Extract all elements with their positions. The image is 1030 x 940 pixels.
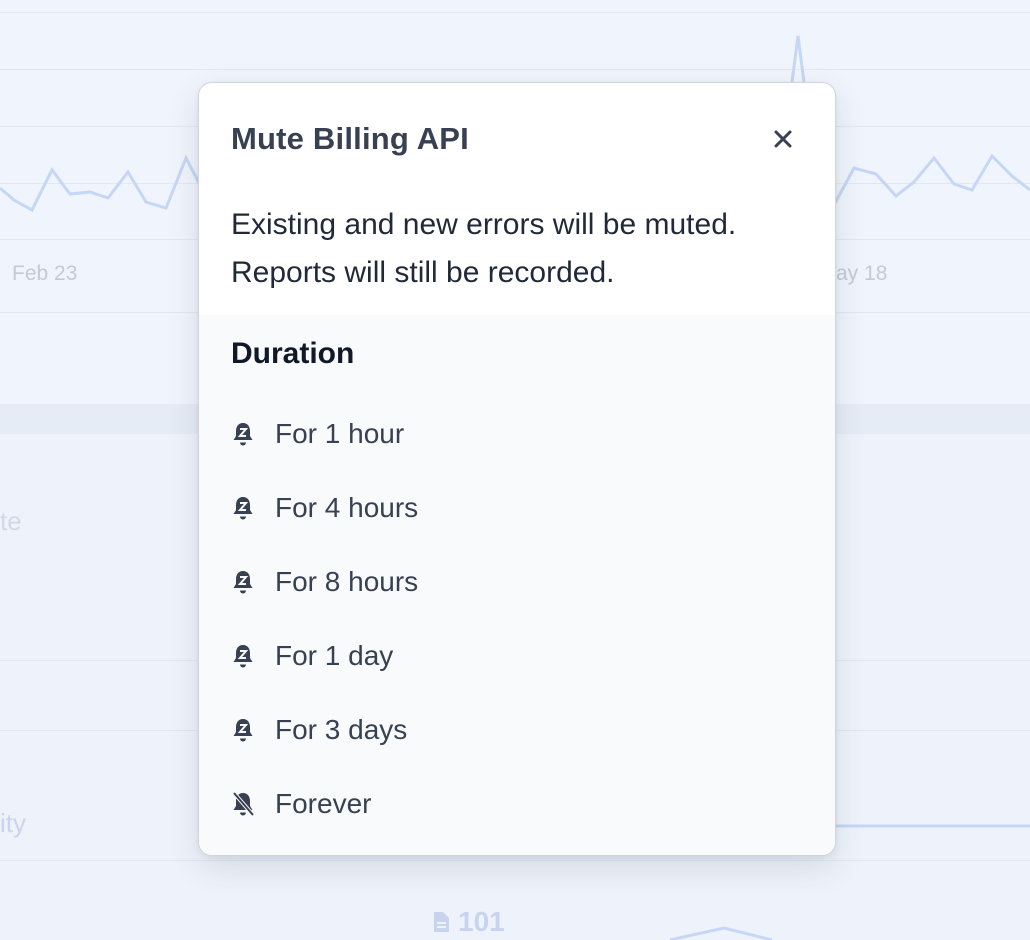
mute-dialog: Mute Billing API Existing and new errors… [198,82,836,856]
duration-options: For 1 hour For 4 hours For 8 hours For 1… [231,397,803,841]
sparkline-spike [790,35,806,83]
description-line: Reports will still be recorded. [231,256,615,289]
counter-value: 101 [458,906,505,937]
option-label: For 3 days [275,714,408,745]
section-heading: Duration [231,337,355,370]
dialog-title: Mute Billing API [231,121,469,156]
bell-slash-icon [231,790,255,818]
report-counter: 101 [432,906,505,938]
option-1-hour[interactable]: For 1 hour [231,397,803,471]
bell-snooze-icon [231,494,255,522]
duration-section: Duration For 1 hour For 4 hours For 8 ho… [199,315,835,855]
option-label: For 8 hours [275,566,419,597]
bell-snooze-icon [231,716,255,744]
close-button[interactable] [765,121,801,157]
option-label: Forever [275,788,372,819]
option-8-hours[interactable]: For 8 hours [231,545,803,619]
bell-snooze-icon [231,642,255,670]
row-label-fragment: ity [0,808,26,838]
sparkline-left [0,154,202,213]
sparkline-right [832,153,1030,206]
sparkline-bottom [669,926,773,940]
date-label: Feb 23 [12,262,78,285]
bell-snooze-icon [231,568,255,596]
bell-snooze-icon [231,420,255,448]
option-1-day[interactable]: For 1 day [231,619,803,693]
dialog-header: Mute Billing API Existing and new errors… [199,83,835,315]
document-icon [434,912,449,932]
option-4-hours[interactable]: For 4 hours [231,471,803,545]
date-label: ay 18 [836,262,888,285]
option-label: For 4 hours [275,492,419,523]
option-label: For 1 day [275,640,394,671]
option-3-days[interactable]: For 3 days [231,693,803,767]
dialog-description: Existing and new errors will be muted. R… [231,201,811,297]
option-forever[interactable]: Forever [231,767,803,841]
row-label-fragment: te [0,506,22,536]
description-line: Existing and new errors will be muted. [231,208,737,241]
option-label: For 1 hour [275,418,405,449]
close-icon [774,130,792,148]
